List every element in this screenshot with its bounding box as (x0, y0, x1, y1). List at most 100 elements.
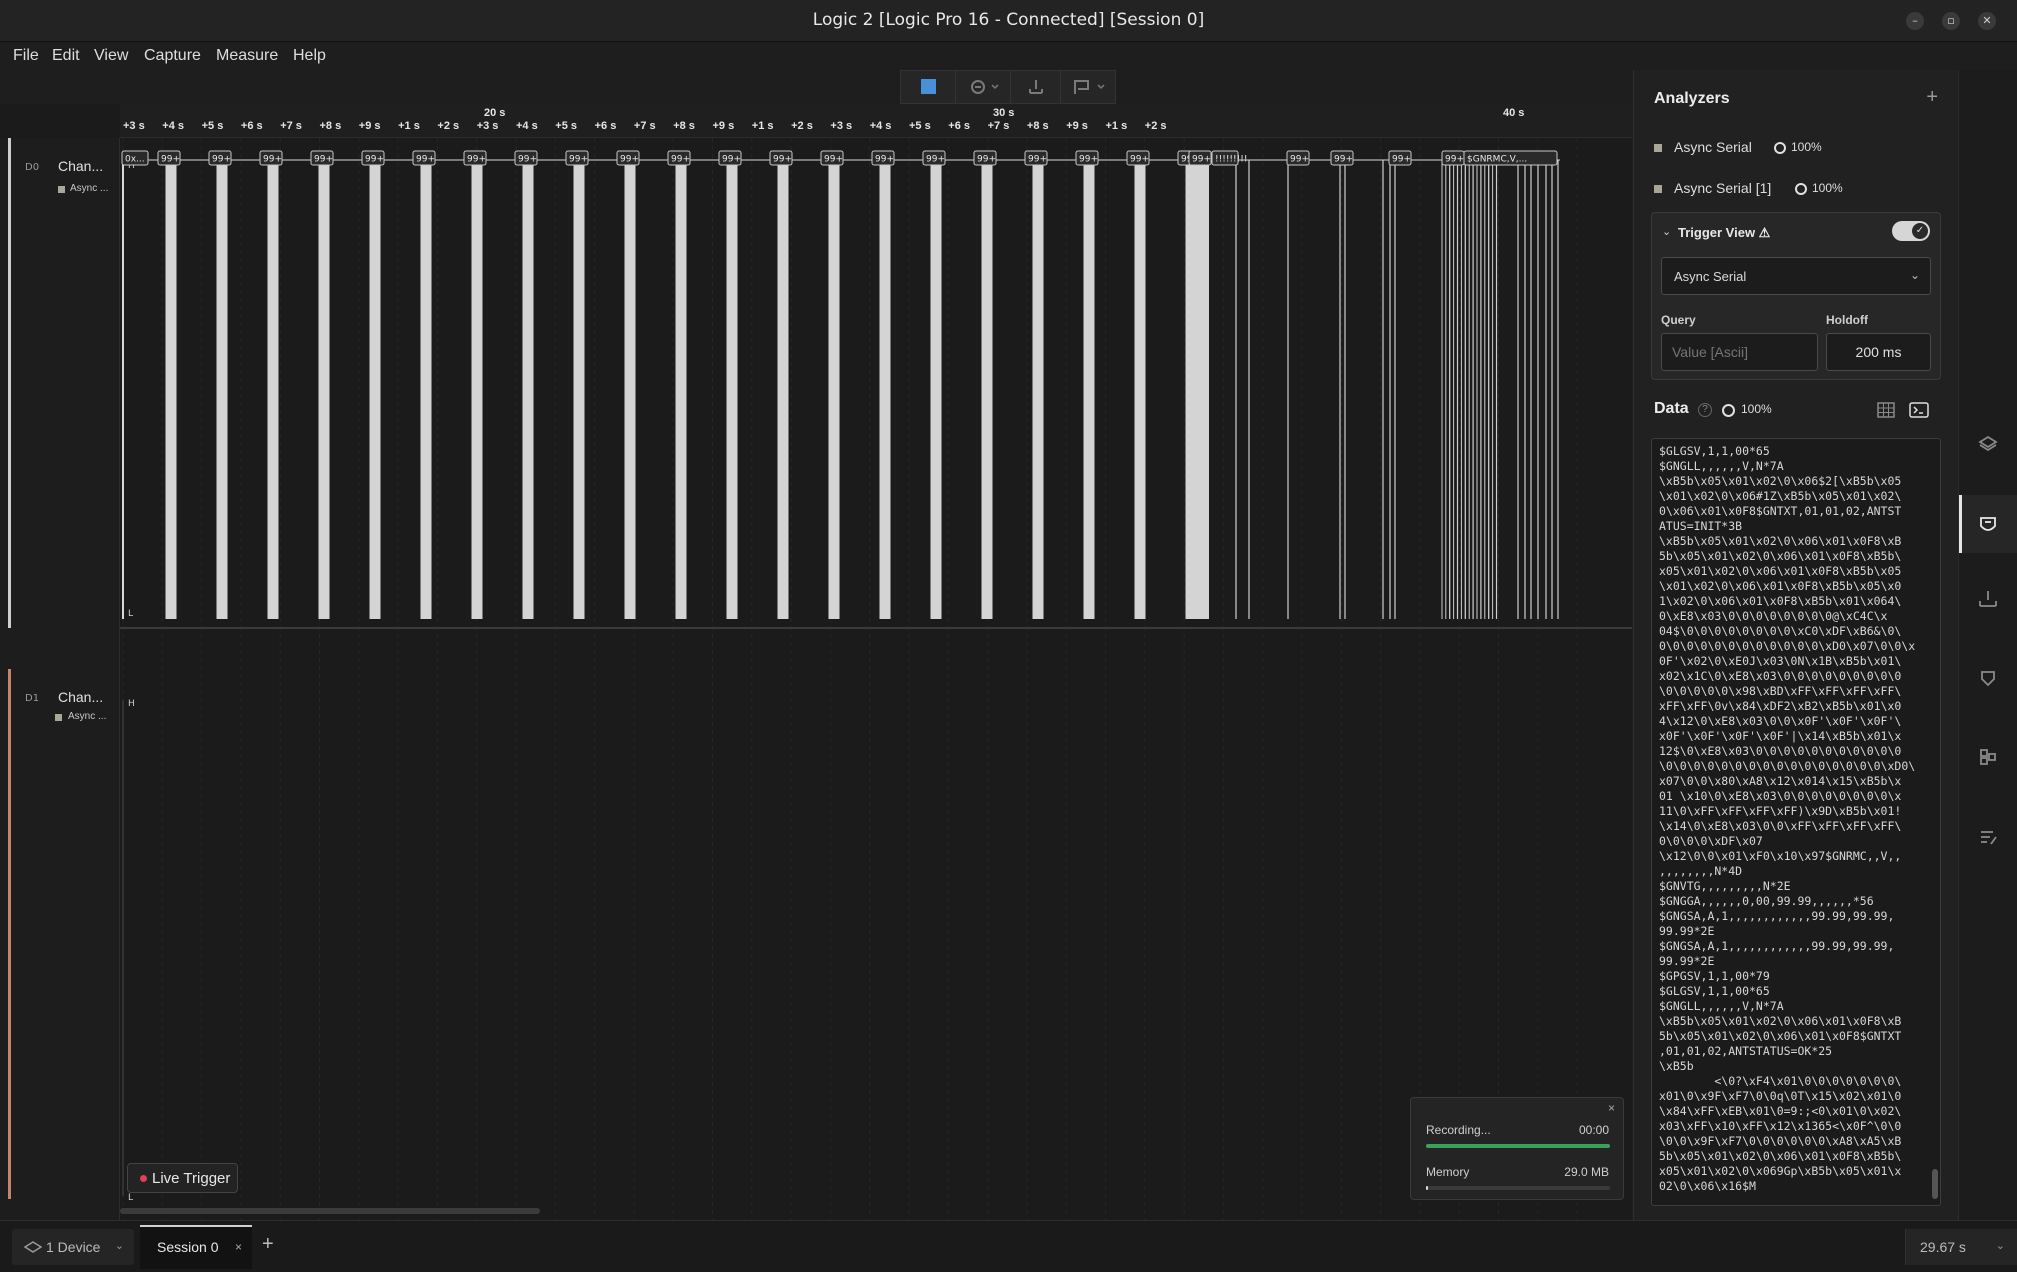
ruler-minor-label: +8 s (673, 120, 695, 132)
channel-row-d1[interactable]: D1 Chan... Async ... (8, 669, 120, 1199)
channel-name[interactable]: Chan... (58, 689, 103, 705)
check-icon: ✓ (1912, 223, 1928, 239)
ruler-minor-label: +3 s (123, 120, 145, 132)
add-session-button[interactable]: + (262, 1233, 274, 1256)
menu-capture[interactable]: Capture (144, 47, 201, 65)
analyzers-panel: Analyzers + Async Serial 100% Async Seri… (1633, 70, 1958, 1220)
trigger-view-title[interactable]: Trigger View ⚠ (1678, 225, 1770, 241)
analyzer-item[interactable]: Async Serial [1] 100% (1654, 180, 1874, 198)
menu-measure[interactable]: Measure (216, 47, 278, 65)
ruler-minor-label: +5 s (555, 120, 578, 132)
analyzer-name: Async Serial [1] (1674, 180, 1772, 196)
ruler-minor-label: +6 s (240, 120, 263, 132)
chevron-down-icon (991, 84, 999, 90)
capture-duration-selector[interactable]: 29.67 s ⌄ (1905, 1229, 2017, 1265)
decode-bubble: $GNRMC,V,... (1467, 155, 1527, 165)
trigger-view-toggle[interactable]: ✓ (1892, 221, 1930, 241)
decode-bubble: 99+ (1290, 155, 1309, 165)
query-input[interactable] (1661, 333, 1818, 371)
ruler-minor-label: +2 s (1144, 120, 1167, 132)
holdoff-input[interactable] (1826, 333, 1931, 371)
analyzers-tab-button[interactable] (1959, 495, 2017, 553)
ruler-minor-label: +4 s (162, 120, 185, 132)
time-ruler[interactable]: 20 s 30 s 40 s +3 s +4 s +5 s +6 s +7 s +8 s +… (120, 104, 1632, 138)
channel-row-d0[interactable]: D0 Chan... Async ... (8, 138, 120, 628)
maximize-button[interactable]: ▫ (1942, 12, 1960, 30)
close-icon[interactable]: × (1608, 1101, 1615, 1115)
window-title: Logic 2 [Logic Pro 16 - Connected] [Sess… (812, 10, 1205, 30)
signal-pulse (165, 160, 177, 619)
memory-label: Memory (1426, 1165, 1470, 1179)
capture-duration: 29.67 s (1920, 1239, 1966, 1255)
decode-bubble: 99+ (926, 155, 945, 165)
stop-capture-button[interactable] (901, 71, 956, 103)
waveform-canvas[interactable]: H L H L 0x... 99+ 99+ 99+ 99+ 99+ 99+ 99+ 99+ 99+ 99+ 9… (120, 138, 1632, 1220)
decode-bubble: 99+ (212, 155, 231, 165)
ruler-minor-label: +1 s (1105, 120, 1128, 132)
close-session-icon[interactable]: × (235, 1240, 242, 1254)
ruler-minor-label: +9 s (358, 120, 381, 132)
device-icon (24, 1241, 42, 1253)
horizontal-scrollbar[interactable] (120, 1208, 540, 1214)
ruler-minor-label: +7 s (633, 120, 656, 132)
extensions-button[interactable] (1959, 728, 2017, 786)
channel-analyzer-label[interactable]: Async ... (70, 183, 108, 194)
channel-analyzer-label[interactable]: Async ... (68, 711, 106, 722)
signal-pulse (267, 160, 279, 619)
analyzer-item[interactable]: Async Serial 100% (1654, 139, 1854, 157)
device-selector[interactable]: 1 Device ⌄ (12, 1229, 134, 1265)
high-marker: H (128, 699, 135, 709)
waveform-area: 20 s 30 s 40 s +3 s +4 s +5 s +6 s +7 s +8 s +… (0, 104, 1632, 1220)
right-sidebar (1958, 70, 2017, 1220)
add-analyzer-button[interactable]: + (1926, 86, 1938, 109)
session-tab[interactable]: Session 0 × (140, 1225, 252, 1269)
signal-pulse (828, 160, 840, 619)
live-trigger-button[interactable]: Live Trigger (127, 1163, 238, 1193)
low-marker: L (128, 1193, 133, 1203)
measure-button[interactable] (1011, 71, 1061, 103)
analyzer-color-swatch (1654, 185, 1662, 193)
terminal-scrollbar[interactable] (1932, 1169, 1938, 1199)
low-marker: L (128, 609, 133, 619)
trigger-settings-button[interactable] (956, 71, 1011, 103)
timing-markers-button[interactable] (1959, 570, 2017, 628)
chevron-down-icon[interactable]: ⌄ (1662, 225, 1671, 238)
ruler-minor-label: +6 s (594, 120, 617, 132)
help-icon[interactable]: ? (1698, 403, 1712, 417)
marker-button[interactable] (1061, 71, 1116, 103)
decode-bubble: 99+ (263, 155, 282, 165)
ruler-minor-label: +2 s (437, 120, 460, 132)
decode-bubble: 99+ (875, 155, 894, 165)
ruler-minor-label: +4 s (516, 120, 538, 132)
menu-edit[interactable]: Edit (52, 47, 80, 65)
data-terminal[interactable]: $GLGSV,1,1,00*65 $GNGLL,,,,,,V,N*7A \xB5… (1651, 438, 1941, 1206)
decode-bubble: 99+ (161, 155, 180, 165)
decode-bubble: 99+ (824, 155, 843, 165)
minimize-button[interactable]: – (1906, 12, 1924, 30)
decode-bubble: 99+ (1445, 155, 1464, 165)
menu-file[interactable]: File (13, 47, 39, 65)
annotations-button[interactable] (1959, 650, 2017, 708)
signal-pulse (675, 160, 687, 619)
device-settings-button[interactable] (1959, 415, 2017, 473)
measure-icon (1029, 80, 1043, 94)
holdoff-label: Holdoff (1826, 313, 1868, 327)
close-window-button[interactable]: ✕ (1978, 12, 1996, 30)
progress-ring-icon (1774, 142, 1786, 154)
ruler-minor-label: +7 s (280, 120, 302, 132)
table-view-icon[interactable] (1877, 401, 1895, 419)
terminal-view-icon[interactable] (1909, 401, 1929, 419)
session-tab-label: Session 0 (157, 1239, 219, 1255)
analyzer-color-swatch (58, 186, 65, 193)
ruler-minor-label: +1 s (398, 120, 420, 132)
analyzer-icon (1980, 517, 1996, 531)
ruler-minor-label: +6 s (948, 120, 971, 132)
menu-view[interactable]: View (94, 47, 128, 65)
menu-help[interactable]: Help (293, 47, 326, 65)
signal-pulse (1032, 160, 1044, 619)
trigger-analyzer-select[interactable]: Async Serial ⌄ (1661, 257, 1931, 295)
notes-button[interactable] (1959, 808, 2017, 866)
channel-name[interactable]: Chan... (58, 158, 103, 174)
recording-label: Recording... (1426, 1123, 1491, 1137)
signal-pulse (981, 160, 993, 619)
